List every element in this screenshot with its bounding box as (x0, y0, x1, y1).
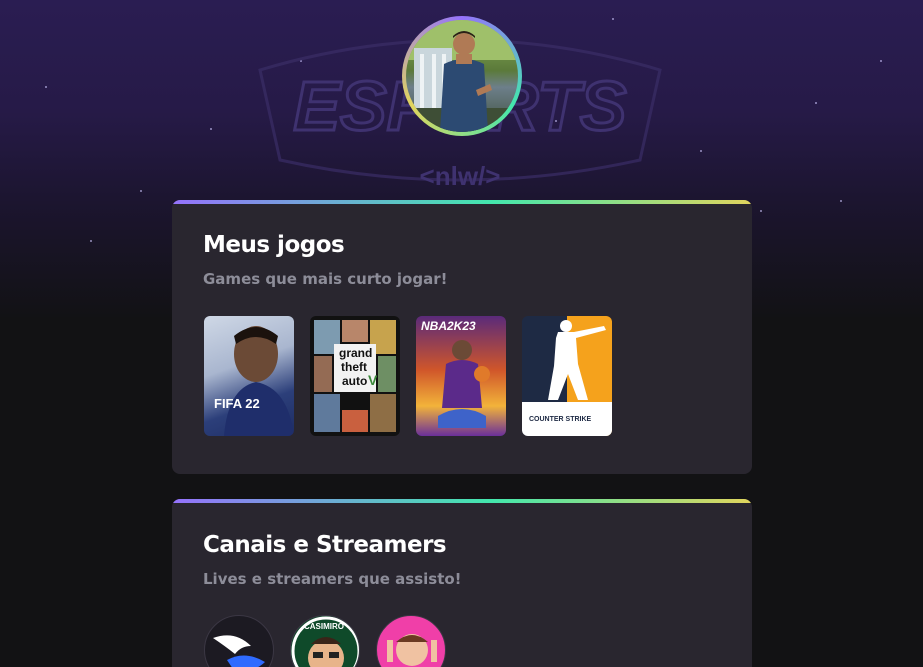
gta-label-v: V (368, 372, 378, 388)
fifa-label: FIFA 22 (214, 396, 260, 411)
gta-label-mid: theft (341, 360, 367, 374)
games-subtitle: Games que mais curto jogar! (203, 270, 448, 288)
wings-logo-icon (213, 635, 265, 667)
fifa-cover-icon (224, 326, 294, 436)
profile-photo-icon (406, 20, 518, 132)
streamers-card: Canais e Streamers Lives e streamers que… (172, 499, 752, 667)
svg-text:<nlw/>: <nlw/> (420, 161, 501, 191)
nba-cover-icon (438, 340, 490, 428)
streamer-pink[interactable] (376, 615, 446, 667)
casimiro-label: CASIMIRO (304, 622, 344, 631)
games-title: Meus jogos (203, 232, 345, 258)
avatar-ring (402, 16, 522, 136)
streamers-title: Canais e Streamers (203, 532, 447, 558)
streamer-casimiro[interactable]: CASIMIRO (290, 615, 360, 667)
game-nba2k23[interactable]: NBA2K23 (416, 316, 506, 436)
streamer-wings-logo[interactable] (204, 615, 274, 667)
game-fifa22[interactable]: FIFA 22 (204, 316, 294, 436)
nba-label: NBA2K23 (421, 319, 476, 333)
counter-strike-label: COUNTER STRIKE (529, 416, 592, 423)
streamers-list: CASIMIRO (204, 615, 446, 667)
avatar[interactable] (406, 20, 518, 132)
games-list: FIFA 22 grand theft auto V NBA2K23 COUNT… (204, 316, 612, 436)
gta-label-top: grand (339, 346, 373, 360)
game-counter-strike[interactable]: COUNTER STRIKE (522, 316, 612, 436)
games-card: Meus jogos Games que mais curto jogar! F… (172, 200, 752, 474)
gta-label-bot: auto (342, 374, 368, 388)
pink-streamer-icon (387, 634, 437, 666)
game-gta5[interactable]: grand theft auto V (310, 316, 400, 436)
streamers-subtitle: Lives e streamers que assisto! (203, 570, 462, 588)
